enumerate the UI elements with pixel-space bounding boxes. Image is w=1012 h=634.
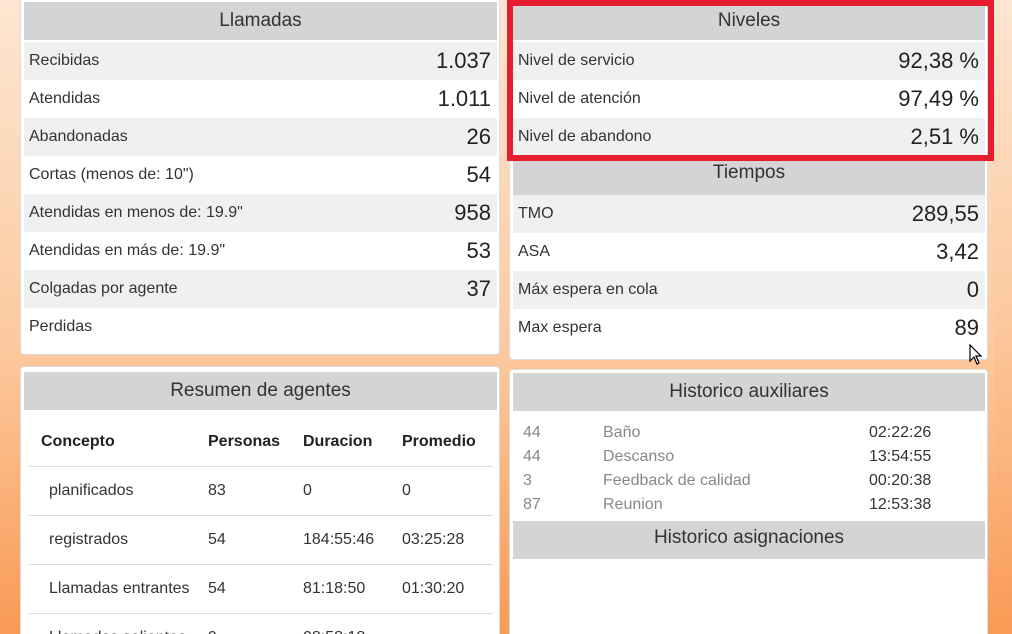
aux-name: Reunion [603,496,663,513]
list-item: 3 Feedback de calidad 00:20:38 [523,469,973,493]
cell-personas: 83 [208,466,303,516]
row-label: Atendidas [29,90,101,107]
row-label: Recibidas [29,52,100,69]
cell-personas: 54 [208,515,303,565]
cell-concepto: planificados [29,466,208,516]
row-value: 26 [466,124,491,149]
col-promedio: Promedio [402,418,493,467]
table-row: Llamadas entrantes 54 81:18:50 01:30:20 [29,564,493,614]
cell-promedio: 0 [402,466,493,516]
list-item: 87 Reunion 12:53:38 [523,493,973,517]
resumen-table: Concepto Personas Duracion Promedio plan… [29,418,493,634]
aux-name: Descanso [603,448,675,465]
cell-concepto: Llamadas salientes [29,613,208,634]
cell-personas: 9 [208,613,303,634]
row-value: 0 [966,277,979,302]
cell-concepto: registrados [29,515,208,565]
page-edge-gradient [994,0,1012,634]
tiempos-row-max-cola: Máx espera en cola 0 [513,271,985,309]
llamadas-row-colgadas: Colgadas por agente 37 [24,270,497,308]
aux-count: 44 [523,448,541,465]
llamadas-panel: Llamadas Recibidas 1.037 Atendidas 1.011… [20,0,500,355]
cell-promedio: 01:30:20 [402,564,493,614]
aux-time: 02:22:26 [869,424,932,441]
row-value: 958 [454,200,491,225]
row-value: 1.011 [437,86,491,111]
table-row: Llamadas salientes 9 08:58:18 [29,613,493,634]
row-label: Perdidas [29,318,93,335]
row-value: 53 [466,238,491,263]
aux-name: Feedback de calidad [603,472,751,489]
llamadas-row-atendidas-menos: Atendidas en menos de: 19.9" 958 [24,194,497,232]
llamadas-row-abandonadas: Abandonadas 26 [24,118,497,156]
llamadas-row-atendidas: Atendidas 1.011 [24,80,497,118]
aux-time: 12:53:38 [869,496,932,513]
row-label: Max espera [518,319,602,336]
row-value: 1.037 [435,48,491,73]
cell-duracion: 81:18:50 [303,564,402,614]
row-label: Atendidas en menos de: 19.9" [29,204,243,221]
historico-aux-title: Historico auxiliares [513,373,985,411]
tiempos-title: Tiempos [513,160,985,195]
cell-personas: 54 [208,564,303,614]
tiempos-row-max-espera: Max espera 89 [513,309,985,347]
tiempos-row-tmo: TMO 289,55 [513,195,985,233]
aux-time: 00:20:38 [869,472,932,489]
row-value: 89 [954,315,979,340]
historico-asig-title: Historico asignaciones [513,521,985,559]
aux-time: 13:54:55 [869,448,932,465]
list-item: 44 Descanso 13:54:55 [523,445,973,469]
row-label: Máx espera en cola [518,281,658,298]
row-label: Atendidas en más de: 19.9" [29,242,226,259]
aux-count: 3 [523,472,532,489]
col-personas: Personas [208,418,303,467]
resumen-agentes-panel: Resumen de agentes Concepto Personas Dur… [20,366,500,634]
row-label: TMO [518,205,554,222]
llamadas-row-cortas: Cortas (menos de: 10") 54 [24,156,497,194]
row-value: 289,55 [911,201,979,226]
list-item: 44 Baño 02:22:26 [523,421,973,445]
row-label: Cortas (menos de: 10") [29,166,194,183]
table-row: registrados 54 184:55:46 03:25:28 [29,515,493,565]
row-label: Colgadas por agente [29,280,178,297]
col-concepto: Concepto [29,418,208,467]
resumen-title: Resumen de agentes [24,372,497,410]
col-duracion: Duracion [303,418,402,467]
row-value: 3,42 [936,239,979,264]
aux-count: 44 [523,424,541,441]
tiempos-row-asa: ASA 3,42 [513,233,985,271]
llamadas-title: Llamadas [24,2,497,40]
row-label: ASA [518,243,551,260]
llamadas-row-atendidas-mas: Atendidas en más de: 19.9" 53 [24,232,497,270]
aux-count: 87 [523,496,541,513]
row-label: Abandonadas [29,128,128,145]
cell-duracion: 08:58:18 [303,613,402,634]
llamadas-row-perdidas: Perdidas [24,308,497,346]
llamadas-row-recibidas: Recibidas 1.037 [24,42,497,80]
cell-promedio: 03:25:28 [402,515,493,565]
cell-concepto: Llamadas entrantes [29,564,208,614]
cell-promedio [402,613,493,634]
table-header-row: Concepto Personas Duracion Promedio [29,418,493,467]
row-value: 37 [466,276,491,301]
row-value: 54 [466,162,491,187]
table-row: planificados 83 0 0 [29,466,493,516]
cell-duracion: 0 [303,466,402,516]
mouse-cursor-icon [969,344,983,365]
niveles-highlight-frame [507,0,994,161]
aux-name: Baño [603,424,641,441]
cell-duracion: 184:55:46 [303,515,402,565]
historico-panel: Historico auxiliares 44 Baño 02:22:26 44… [509,369,988,634]
